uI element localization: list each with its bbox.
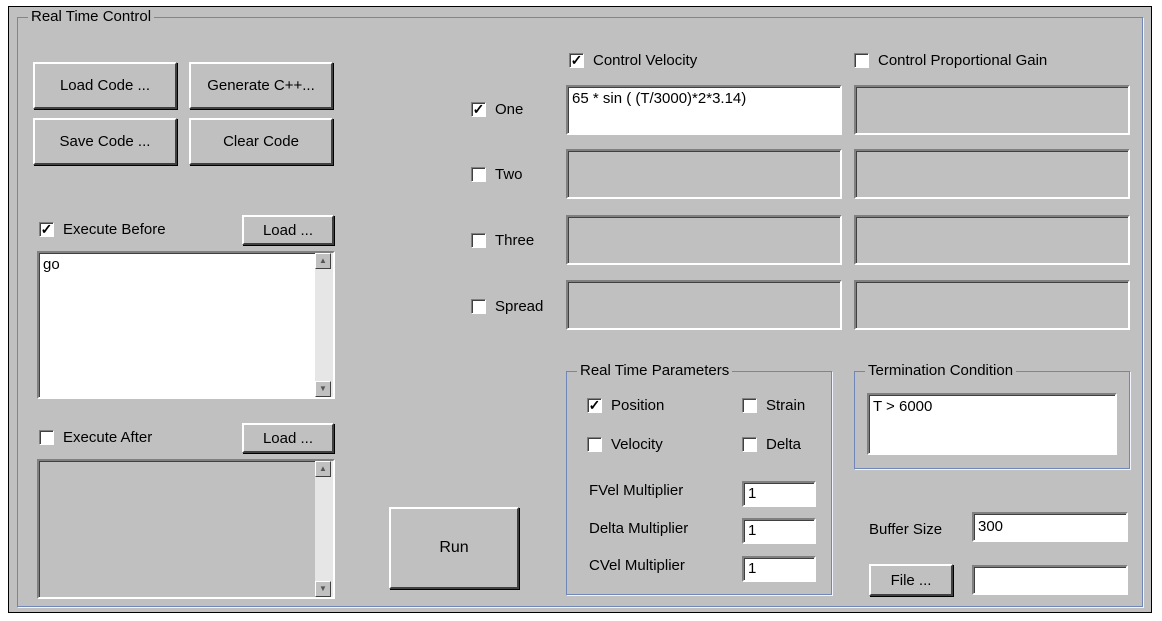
axis-one-gain-field[interactable] bbox=[854, 85, 1130, 135]
velocity-label: Velocity bbox=[611, 436, 663, 453]
buffer-size-input[interactable]: 300 bbox=[972, 512, 1128, 542]
position-label: Position bbox=[611, 397, 665, 414]
position-checkbox[interactable]: ✓ Position bbox=[587, 397, 664, 414]
save-code-button[interactable]: Save Code ... bbox=[33, 118, 177, 165]
control-proportional-gain-label: Control Proportional Gain bbox=[878, 52, 1048, 69]
axis-two-gain-field[interactable] bbox=[854, 149, 1130, 199]
axis-one-velocity-field[interactable]: 65 * sin ( (T/3000)*2*3.14) bbox=[566, 85, 842, 135]
axis-two-checkbox[interactable]: Two bbox=[471, 166, 523, 183]
execute-before-text: go bbox=[43, 256, 60, 273]
real-time-parameters-title: Real Time Parameters bbox=[577, 362, 733, 380]
control-velocity-checkbox[interactable]: ✓ Control Velocity bbox=[569, 52, 697, 69]
execute-before-scrollbar[interactable]: ▲ ▼ bbox=[315, 253, 333, 397]
buffer-size-label: Buffer Size bbox=[869, 521, 943, 538]
file-path-input[interactable] bbox=[972, 565, 1128, 595]
termination-condition-title: Termination Condition bbox=[865, 362, 1017, 380]
scroll-up-arrow-icon[interactable]: ▲ bbox=[315, 461, 331, 477]
strain-label: Strain bbox=[766, 397, 806, 414]
execute-after-scrollbar[interactable]: ▲ ▼ bbox=[315, 461, 333, 597]
control-velocity-label: Control Velocity bbox=[593, 52, 698, 69]
control-proportional-gain-checkbox[interactable]: Control Proportional Gain bbox=[854, 52, 1047, 69]
axis-one-velocity-text: 65 * sin ( (T/3000)*2*3.14) bbox=[572, 90, 747, 107]
fvel-multiplier-input[interactable]: 1 bbox=[742, 481, 816, 507]
check-icon: ✓ bbox=[472, 101, 485, 117]
scroll-down-arrow-icon[interactable]: ▼ bbox=[315, 581, 331, 597]
execute-after-load-button[interactable]: Load ... bbox=[242, 423, 334, 453]
axis-three-gain-field[interactable] bbox=[854, 215, 1130, 265]
group-title: Real Time Control bbox=[28, 8, 155, 26]
generate-cpp-button[interactable]: Generate C++... bbox=[189, 62, 333, 109]
velocity-checkbox[interactable]: Velocity bbox=[587, 436, 663, 453]
axis-spread-velocity-field[interactable] bbox=[566, 280, 842, 330]
execute-before-textarea[interactable]: go ▲ ▼ bbox=[37, 251, 335, 399]
real-time-control-panel: Real Time Control Load Code ... Generate… bbox=[8, 6, 1152, 613]
execute-after-checkbox[interactable]: Execute After bbox=[39, 429, 152, 446]
axis-three-velocity-field[interactable] bbox=[566, 215, 842, 265]
execute-before-checkbox[interactable]: ✓ Execute Before bbox=[39, 221, 166, 238]
axis-one-checkbox[interactable]: ✓ One bbox=[471, 101, 523, 118]
axis-one-label: One bbox=[495, 101, 524, 118]
scroll-up-arrow-icon[interactable]: ▲ bbox=[315, 253, 331, 269]
axis-three-label: Three bbox=[495, 232, 535, 249]
axis-three-checkbox[interactable]: Three bbox=[471, 232, 534, 249]
axis-spread-checkbox[interactable]: Spread bbox=[471, 298, 543, 315]
axis-two-velocity-field[interactable] bbox=[566, 149, 842, 199]
execute-before-label: Execute Before bbox=[63, 221, 166, 238]
execute-before-load-button[interactable]: Load ... bbox=[242, 215, 334, 245]
check-icon: ✓ bbox=[588, 397, 601, 413]
cvel-multiplier-input[interactable]: 1 bbox=[742, 556, 816, 582]
delta-checkbox[interactable]: Delta bbox=[742, 436, 801, 453]
run-button[interactable]: Run bbox=[389, 507, 519, 589]
load-code-button[interactable]: Load Code ... bbox=[33, 62, 177, 109]
cvel-multiplier-label: CVel Multiplier bbox=[589, 557, 685, 574]
termination-condition-input[interactable]: T > 6000 bbox=[867, 393, 1117, 455]
check-icon: ✓ bbox=[570, 52, 583, 68]
strain-checkbox[interactable]: Strain bbox=[742, 397, 805, 414]
delta-multiplier-input[interactable]: 1 bbox=[742, 518, 816, 544]
clear-code-button[interactable]: Clear Code bbox=[189, 118, 333, 165]
execute-after-textarea[interactable]: ▲ ▼ bbox=[37, 459, 335, 599]
scroll-down-arrow-icon[interactable]: ▼ bbox=[315, 381, 331, 397]
check-icon: ✓ bbox=[40, 221, 53, 237]
axis-spread-label: Spread bbox=[495, 298, 544, 315]
fvel-multiplier-label: FVel Multiplier bbox=[589, 482, 684, 499]
axis-two-label: Two bbox=[495, 166, 523, 183]
delta-label: Delta bbox=[766, 436, 802, 453]
delta-multiplier-label: Delta Multiplier bbox=[589, 520, 689, 537]
execute-after-label: Execute After bbox=[63, 429, 153, 446]
axis-spread-gain-field[interactable] bbox=[854, 280, 1130, 330]
termination-condition-text: T > 6000 bbox=[873, 398, 933, 415]
file-button[interactable]: File ... bbox=[869, 564, 953, 596]
